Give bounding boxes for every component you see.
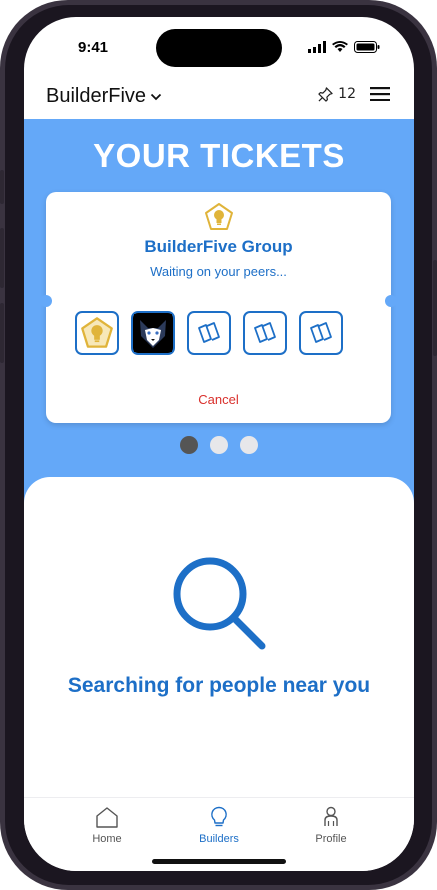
search-status-text: Searching for people near you: [67, 674, 371, 697]
battery-icon: [354, 41, 380, 53]
chevron-down-icon: [150, 93, 162, 100]
tab-builders[interactable]: Builders: [169, 806, 269, 845]
tab-label: Builders: [199, 833, 239, 845]
tickets-hero: YOUR TICKETS BuilderFive Group Waiting o…: [24, 119, 414, 519]
member-slot[interactable]: [243, 311, 287, 355]
tab-bar: Home Builders Profile: [24, 797, 414, 871]
member-slot[interactable]: [75, 311, 119, 355]
brand-name: BuilderFive: [46, 85, 147, 107]
tab-profile[interactable]: Profile: [281, 806, 381, 845]
member-slot[interactable]: [131, 311, 175, 355]
page-dot[interactable]: [180, 436, 198, 454]
page-dot[interactable]: [210, 436, 228, 454]
member-slot[interactable]: [187, 311, 231, 355]
lightbulb-icon: [211, 806, 227, 827]
app-bar-tools: 12: [318, 86, 390, 102]
bulb-pentagon-icon: [205, 203, 233, 230]
mute-switch: [0, 170, 4, 204]
hero-title: YOUR TICKETS: [93, 137, 345, 174]
brand-switcher[interactable]: BuilderFive: [46, 85, 162, 108]
volume-up-button: [0, 228, 4, 288]
search-icon: [173, 557, 266, 650]
ticket-card[interactable]: BuilderFive Group Waiting on your peers.…: [40, 192, 397, 423]
husky-avatar: [134, 314, 172, 352]
page-dot[interactable]: [240, 436, 258, 454]
page-indicator: [180, 436, 258, 454]
app-bar: BuilderFive 12: [24, 77, 414, 119]
ticket-icon: [254, 322, 276, 343]
status-icons: [308, 41, 380, 53]
pin-icon: [318, 86, 333, 102]
group-title: BuilderFive Group: [144, 237, 293, 256]
status-bar: 9:41: [24, 17, 414, 77]
ticket-icon: [198, 322, 220, 343]
group-status: Waiting on your peers...: [150, 264, 287, 279]
home-indicator[interactable]: [152, 859, 286, 864]
phone-screen: 9:41 BuilderFive 12 YOUR TICKETS Builder…: [24, 17, 414, 871]
home-icon: [96, 807, 118, 828]
pin-count: 12: [338, 86, 356, 102]
dynamic-island: [156, 29, 282, 67]
power-button: [433, 260, 437, 356]
hamburger-menu-icon[interactable]: [370, 87, 390, 101]
cancel-button[interactable]: Cancel: [46, 392, 391, 407]
card-notch-right: [385, 295, 397, 307]
search-sheet: Searching for people near you: [24, 477, 414, 797]
person-icon: [324, 806, 338, 826]
tab-label: Profile: [315, 833, 347, 845]
ticket-icon: [310, 322, 332, 343]
tab-home[interactable]: Home: [57, 806, 157, 845]
tab-label: Home: [92, 833, 122, 845]
pins-counter[interactable]: 12: [318, 86, 356, 102]
signal-icon: [308, 41, 326, 53]
volume-down-button: [0, 303, 4, 363]
wifi-icon: [332, 41, 348, 52]
member-slots: [75, 311, 343, 355]
member-slot[interactable]: [299, 311, 343, 355]
card-notch-left: [40, 295, 52, 307]
bulb-pentagon-icon: [81, 317, 113, 348]
status-time: 9:41: [78, 39, 109, 56]
